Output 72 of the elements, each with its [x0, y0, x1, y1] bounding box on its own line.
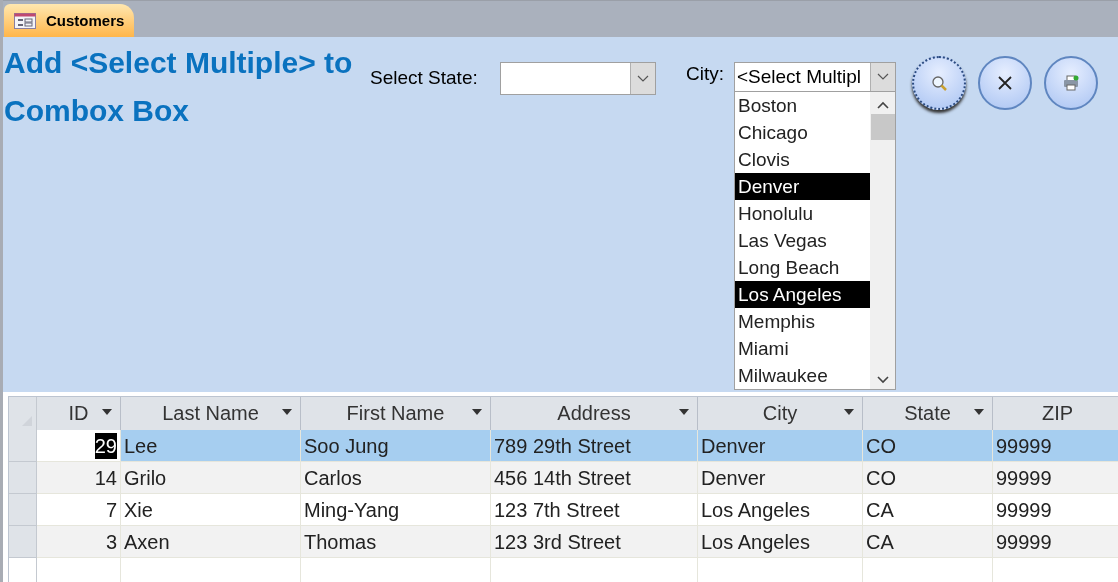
dropdown-arrow-icon — [844, 409, 854, 415]
scrollbar[interactable] — [870, 92, 895, 389]
table-cell-text: Grilo — [124, 465, 167, 491]
table-cell-text: 3 — [105, 529, 117, 555]
city-combo-box[interactable]: <Select Multipl — [734, 62, 896, 92]
document-tab[interactable]: Customers — [4, 4, 134, 37]
form-title: Add <Select Multiple> to Combox Box — [3, 45, 354, 129]
field-label: City: — [686, 63, 725, 85]
table-cell-text: Thomas — [304, 529, 377, 555]
field-label: Select State: — [370, 67, 479, 89]
table-cell-text: Carlos — [304, 465, 362, 491]
table-cell-text: 99999 — [996, 497, 1052, 523]
table-cell-text: 99999 — [996, 465, 1052, 491]
scrollbar-thumb[interactable] — [870, 114, 895, 140]
dropdown-arrow-icon — [282, 409, 292, 415]
print-button[interactable] — [1044, 56, 1098, 110]
table-cell-text: 123 3rd Street — [494, 529, 621, 555]
list-item[interactable]: Memphis — [735, 308, 870, 335]
row-selector[interactable] — [9, 430, 37, 462]
table-cell-text: 99999 — [996, 529, 1052, 555]
form-icon — [14, 12, 36, 29]
list-item[interactable]: Honolulu — [735, 200, 870, 227]
table-cell-text: Axen — [124, 529, 170, 555]
row-selector[interactable] — [9, 494, 37, 526]
table-cell-text: Los Angeles — [701, 529, 810, 555]
search-icon — [931, 75, 947, 91]
dropdown-arrow-icon — [102, 409, 112, 415]
dropdown-arrow-icon — [974, 409, 984, 415]
dropdown-arrow-icon — [679, 409, 689, 415]
table-cell-text: Denver — [701, 465, 766, 491]
list-item[interactable]: Milwaukee — [735, 362, 870, 389]
table-row[interactable]: 14 Grilo Carlos 456 14th Street Denver CO 99999 — [9, 462, 1118, 494]
table-cell-text: 99999 — [996, 433, 1052, 459]
table-cell-text: Ming-Yang — [304, 497, 400, 523]
close-icon — [997, 75, 1013, 91]
list-item[interactable]: Los Angeles — [735, 281, 870, 308]
table-cell-text: Soo Jung — [304, 433, 389, 459]
table-cell-text: 789 29th Street — [494, 433, 631, 459]
table-cell-text: CA — [866, 497, 894, 523]
table-cell-text: CO — [866, 465, 896, 491]
printer-icon — [1063, 75, 1079, 91]
table-cell-text: Xie — [124, 497, 153, 523]
search-button[interactable] — [912, 56, 966, 110]
table-cell-text: 14 — [94, 465, 117, 491]
list-item[interactable]: Miami — [735, 335, 870, 362]
table-cell-text: CO — [866, 433, 896, 459]
chevron-up-icon — [875, 100, 890, 110]
state-combo-box[interactable] — [500, 62, 656, 95]
clear-button[interactable] — [978, 56, 1032, 110]
table-cell-text: CA — [866, 529, 894, 555]
chevron-down-icon — [877, 73, 889, 81]
table-cell-text: Denver — [701, 433, 766, 459]
list-item[interactable]: Las Vegas — [735, 227, 870, 254]
table-row[interactable]: 3 Axen Thomas 123 3rd Street Los Angeles CA 99999 — [9, 526, 1118, 558]
table-cell: 29 — [94, 432, 117, 459]
dropdown-arrow-icon — [472, 409, 482, 415]
list-item[interactable]: Denver — [735, 173, 870, 200]
table-cell-text: Lee — [124, 433, 158, 459]
chevron-down-icon — [875, 375, 890, 385]
row-selector[interactable] — [9, 462, 37, 494]
table-row[interactable]: 29 Lee Soo Jung 789 29th Street Denver CO 99999 — [9, 430, 1118, 462]
table-cell-text: 7 — [105, 497, 117, 523]
list-item[interactable]: Clovis — [735, 146, 870, 173]
table-cell-text: Los Angeles — [701, 497, 810, 523]
list-item[interactable]: Chicago — [735, 119, 870, 146]
row-selector[interactable] — [9, 526, 37, 558]
table-cell-text: 123 7th Street — [494, 497, 620, 523]
table-row[interactable]: 7 Xie Ming-Yang 123 7th Street Los Angeles CA 99999 — [9, 494, 1118, 526]
list-item[interactable]: Boston — [735, 92, 870, 119]
table-cell-text: 456 14th Street — [494, 465, 631, 491]
chevron-down-icon — [637, 74, 649, 83]
list-item[interactable]: Long Beach — [735, 254, 870, 281]
